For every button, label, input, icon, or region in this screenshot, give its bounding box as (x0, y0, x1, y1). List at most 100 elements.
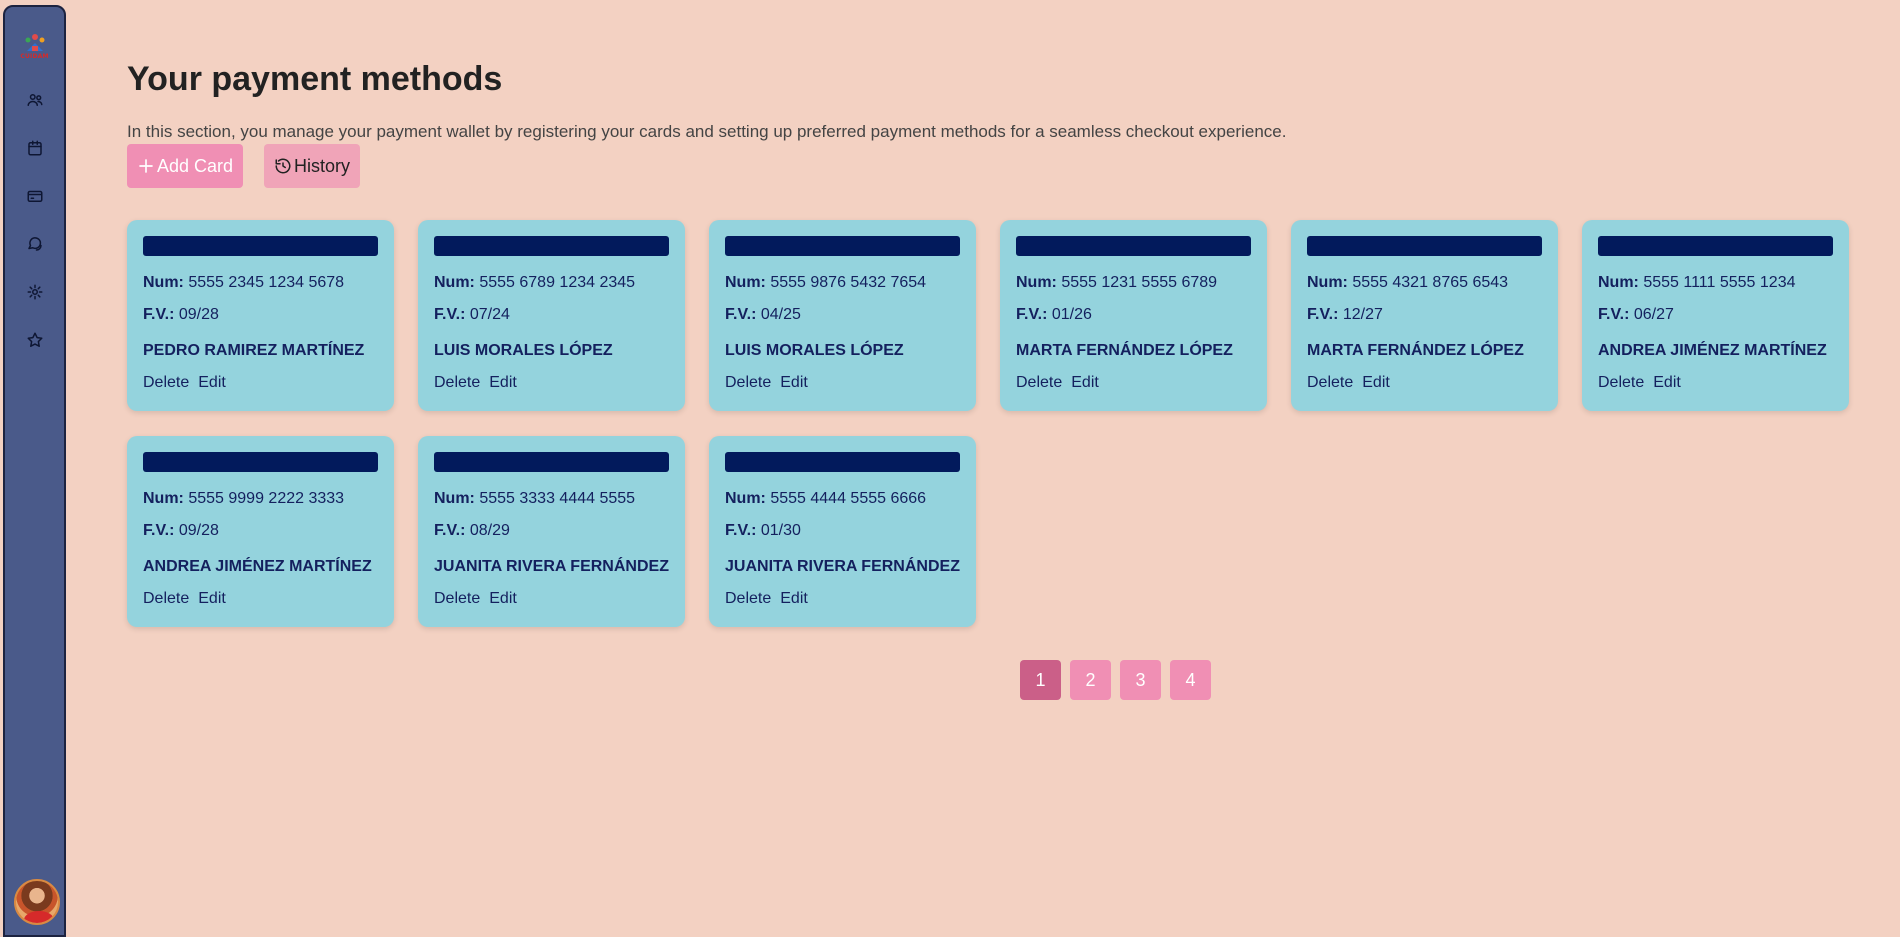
user-avatar[interactable] (14, 879, 60, 925)
delete-card-link[interactable]: Delete (434, 374, 480, 392)
card-number-value: 5555 9876 5432 7654 (770, 274, 927, 291)
card-actions: Delete Edit (725, 374, 808, 392)
delete-card-link[interactable]: Delete (1598, 374, 1644, 392)
nav-users-icon[interactable] (24, 89, 46, 111)
card-number-value: 5555 4444 5555 6666 (770, 490, 927, 507)
plus-icon (139, 159, 153, 173)
nav-gear-icon[interactable] (24, 281, 46, 303)
card-number: Num: 5555 9999 2222 3333 (143, 490, 344, 508)
nav-calendar-icon[interactable] (24, 137, 46, 159)
edit-card-link[interactable]: Edit (780, 590, 808, 608)
card-stripe (725, 236, 960, 256)
card-number-label: Num: (1598, 274, 1639, 291)
card-expiry-label: F.V.: (1016, 306, 1048, 323)
card-number: Num: 5555 1111 5555 1234 (1598, 274, 1796, 292)
card-number-label: Num: (143, 274, 184, 291)
card-expiry: F.V.: 09/28 (143, 306, 219, 324)
edit-card-link[interactable]: Edit (1653, 374, 1681, 392)
card-stripe (434, 452, 669, 472)
edit-card-link[interactable]: Edit (489, 590, 517, 608)
add-card-label: Add Card (157, 155, 234, 176)
payment-card: Num: 5555 9876 5432 7654 F.V.: 04/25 LUI… (709, 220, 976, 411)
history-button[interactable]: History (264, 144, 361, 188)
card-expiry-label: F.V.: (143, 306, 175, 323)
app-logo[interactable]: CUIDAM (17, 27, 53, 63)
card-number-label: Num: (725, 490, 766, 507)
card-number-value: 5555 3333 4444 5555 (479, 490, 636, 507)
card-holder: PEDRO RAMIREZ MARTÍNEZ (143, 342, 365, 359)
edit-card-link[interactable]: Edit (198, 590, 226, 608)
card-expiry: F.V.: 06/27 (1598, 306, 1674, 324)
edit-card-link[interactable]: Edit (198, 374, 226, 392)
page-button-1[interactable]: 1 (1020, 660, 1061, 700)
history-label: History (294, 155, 351, 176)
card-number: Num: 5555 9876 5432 7654 (725, 274, 926, 292)
history-icon (275, 158, 291, 174)
card-number: Num: 5555 3333 4444 5555 (434, 490, 635, 508)
delete-card-link[interactable]: Delete (143, 374, 189, 392)
delete-card-link[interactable]: Delete (434, 590, 480, 608)
page-description: In this section, you manage your payment… (127, 122, 1287, 141)
payment-card: Num: 5555 1111 5555 1234 F.V.: 06/27 AND… (1582, 220, 1849, 411)
card-expiry: F.V.: 12/27 (1307, 306, 1383, 324)
card-number: Num: 5555 1231 5555 6789 (1016, 274, 1217, 292)
card-stripe (143, 452, 378, 472)
card-holder: LUIS MORALES LÓPEZ (725, 342, 904, 359)
card-expiry-value: 09/28 (178, 522, 219, 539)
payment-card: Num: 5555 6789 1234 2345 F.V.: 07/24 LUI… (418, 220, 685, 411)
card-expiry: F.V.: 07/24 (434, 306, 510, 324)
add-card-button[interactable]: Add Card (127, 144, 244, 188)
card-expiry-label: F.V.: (434, 522, 466, 539)
card-number: Num: 5555 6789 1234 2345 (434, 274, 635, 292)
card-number-label: Num: (434, 490, 475, 507)
card-actions: Delete Edit (434, 374, 517, 392)
delete-card-link[interactable]: Delete (1307, 374, 1353, 392)
card-number-value: 5555 6789 1234 2345 (479, 274, 636, 291)
card-stripe (1598, 236, 1833, 256)
card-expiry-value: 06/27 (1633, 306, 1674, 323)
card-holder: JUANITA RIVERA FERNÁNDEZ (434, 558, 669, 575)
edit-card-link[interactable]: Edit (489, 374, 517, 392)
card-expiry-value: 01/26 (1051, 306, 1092, 323)
card-expiry-value: 12/27 (1342, 306, 1383, 323)
card-number: Num: 5555 4321 8765 6543 (1307, 274, 1508, 292)
card-number-label: Num: (434, 274, 475, 291)
card-number-value: 5555 9999 2222 3333 (188, 490, 345, 507)
card-expiry-label: F.V.: (1307, 306, 1339, 323)
nav-star-icon[interactable] (24, 329, 46, 351)
payment-card: Num: 5555 3333 4444 5555 F.V.: 08/29 JUA… (418, 436, 685, 627)
nav-chat-icon[interactable] (24, 233, 46, 255)
delete-card-link[interactable]: Delete (725, 374, 771, 392)
card-number-label: Num: (725, 274, 766, 291)
card-expiry: F.V.: 04/25 (725, 306, 801, 324)
card-expiry: F.V.: 09/28 (143, 522, 219, 540)
page-button-3[interactable]: 3 (1120, 660, 1161, 700)
card-actions: Delete Edit (143, 590, 226, 608)
card-expiry-label: F.V.: (143, 522, 175, 539)
card-holder: MARTA FERNÁNDEZ LÓPEZ (1016, 342, 1233, 359)
delete-card-link[interactable]: Delete (143, 590, 189, 608)
edit-card-link[interactable]: Edit (780, 374, 808, 392)
card-expiry-value: 08/29 (469, 522, 510, 539)
edit-card-link[interactable]: Edit (1071, 374, 1099, 392)
payment-card: Num: 5555 4321 8765 6543 F.V.: 12/27 MAR… (1291, 220, 1558, 411)
card-expiry-value: 04/25 (760, 306, 801, 323)
card-holder: MARTA FERNÁNDEZ LÓPEZ (1307, 342, 1524, 359)
card-actions: Delete Edit (143, 374, 226, 392)
edit-card-link[interactable]: Edit (1362, 374, 1390, 392)
delete-card-link[interactable]: Delete (1016, 374, 1062, 392)
card-expiry-label: F.V.: (434, 306, 466, 323)
card-number-label: Num: (1307, 274, 1348, 291)
card-stripe (1307, 236, 1542, 256)
delete-card-link[interactable]: Delete (725, 590, 771, 608)
page-button-4[interactable]: 4 (1170, 660, 1211, 700)
page-button-2[interactable]: 2 (1070, 660, 1111, 700)
card-holder: ANDREA JIMÉNEZ MARTÍNEZ (1598, 342, 1827, 359)
nav-credit-card-icon[interactable] (24, 185, 46, 207)
payment-card: Num: 5555 1231 5555 6789 F.V.: 01/26 MAR… (1000, 220, 1267, 411)
sidebar: CUIDAM (3, 5, 66, 937)
logo-icon (25, 33, 44, 51)
logo-text: CUIDAM (20, 52, 49, 60)
card-number-value: 5555 2345 1234 5678 (188, 274, 345, 291)
card-expiry-label: F.V.: (725, 522, 757, 539)
